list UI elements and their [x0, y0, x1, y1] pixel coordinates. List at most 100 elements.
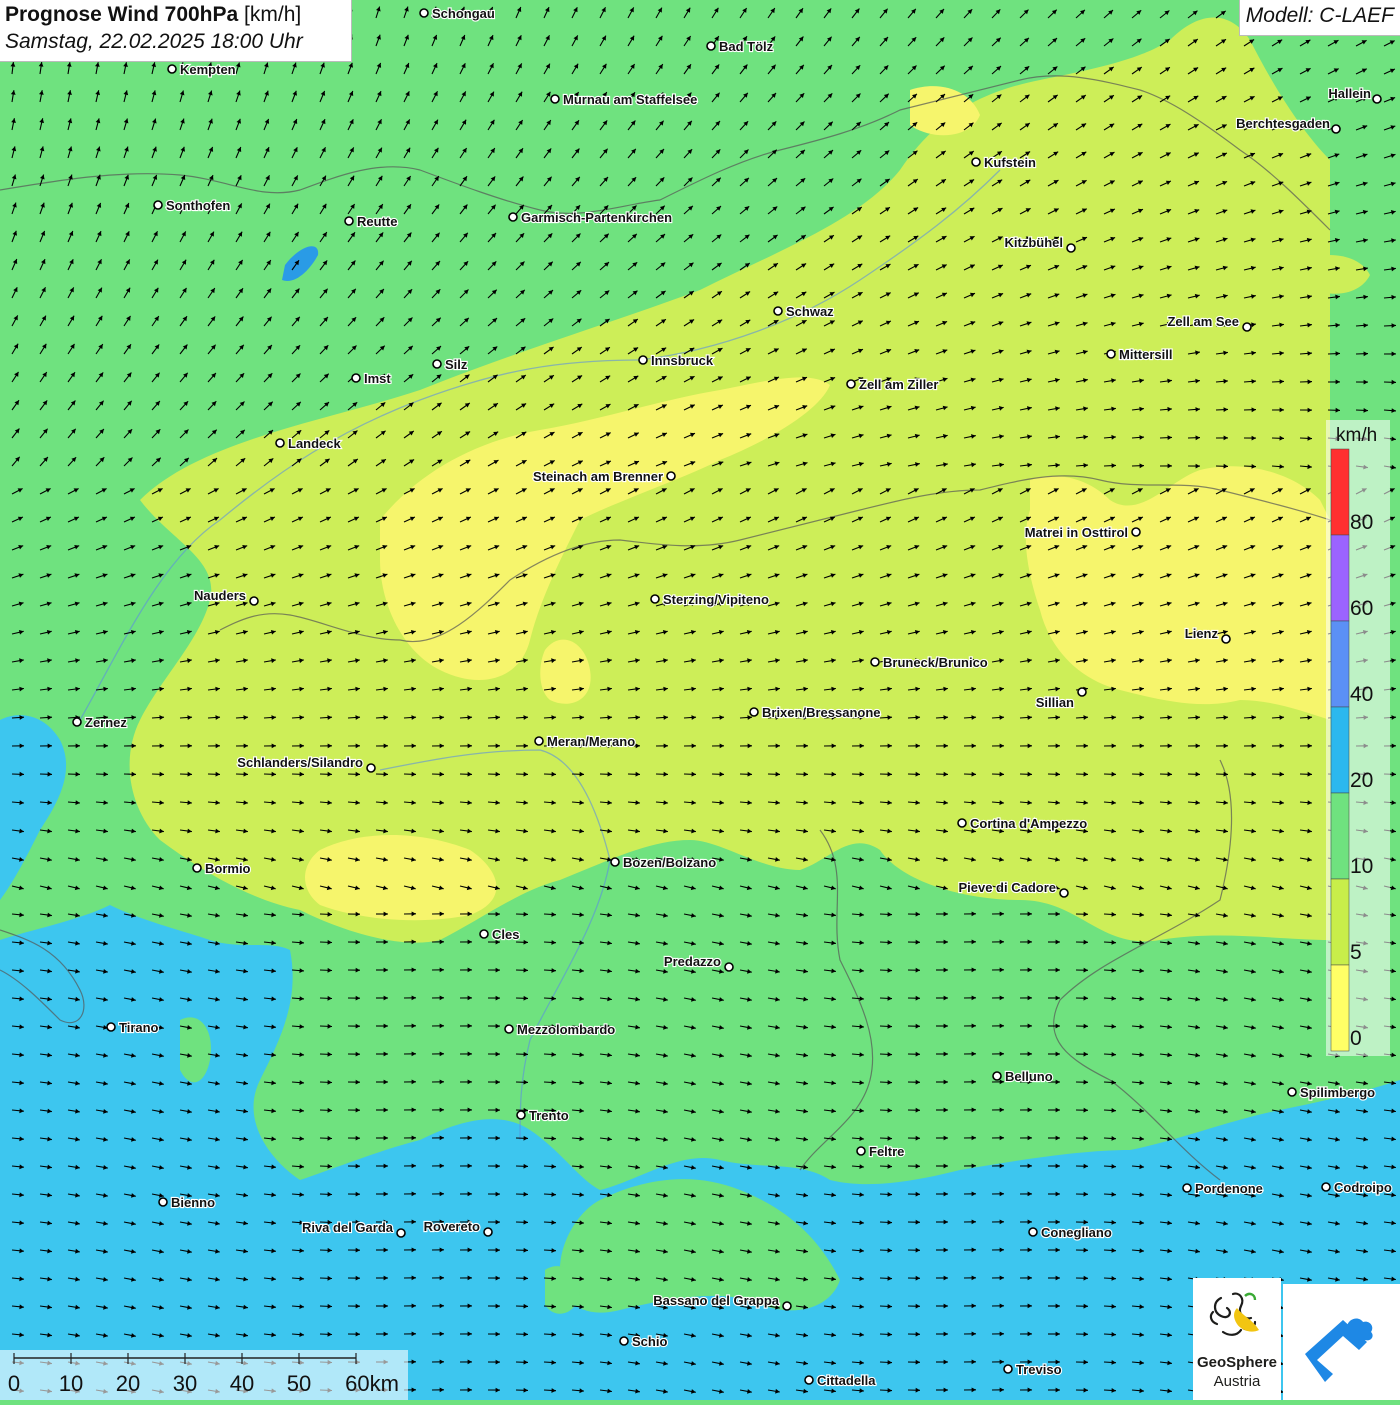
city-label: Brixen/Bressanone [762, 705, 881, 720]
city-label: Spilimbergo [1300, 1085, 1375, 1100]
city-label: Nauders [194, 588, 246, 603]
city-marker-icon [639, 356, 647, 364]
scale-label-60km: 60km [345, 1371, 399, 1396]
city-marker-icon [250, 597, 258, 605]
city-label: Garmisch-Partenkirchen [521, 210, 672, 225]
legend-swatch-10 [1331, 793, 1349, 879]
scale-label-50: 50 [287, 1371, 311, 1396]
city-marker-icon [397, 1229, 405, 1237]
city-marker-icon [154, 201, 162, 209]
legend: km/h 80 60 40 20 10 5 0 [1326, 420, 1400, 1060]
city-label: Lienz [1185, 626, 1219, 641]
city-label: Zell am See [1167, 314, 1239, 329]
city-label: Berchtesgaden [1236, 116, 1330, 131]
city-label: Treviso [1016, 1362, 1062, 1377]
city-marker-icon [1107, 350, 1115, 358]
city-label: Pieve di Cadore [958, 880, 1056, 895]
legend-tick-10: 10 [1350, 855, 1373, 878]
city-marker-icon [1078, 688, 1086, 696]
geosphere-logo: GeoSphere Austria [1193, 1278, 1281, 1400]
city-pieve-di-cadore: Pieve di Cadore [958, 880, 1068, 897]
legend-swatch-60 [1331, 535, 1349, 621]
city-pordenone: Pordenone [1183, 1181, 1263, 1196]
wind-map[interactable]: SchongauBad TölzKemptenMurnau am Staffel… [0, 0, 1400, 1400]
city-matrei-in-osttirol: Matrei in Osttirol [1025, 525, 1140, 540]
legend-tick-60: 60 [1350, 597, 1373, 620]
city-label: Schio [632, 1334, 667, 1349]
city-marker-icon [857, 1147, 865, 1155]
city-marker-icon [107, 1023, 115, 1031]
city-bassano-del-grappa: Bassano del Grappa [653, 1293, 791, 1310]
city-label: Landeck [288, 436, 342, 451]
city-marker-icon [73, 718, 81, 726]
legend-swatch-40 [1331, 621, 1349, 707]
city-conegliano: Conegliano [1029, 1225, 1112, 1240]
city-label: Reutte [357, 214, 397, 229]
scale-label-40: 40 [230, 1371, 254, 1396]
scale-bar: 0 10 20 30 40 50 60km [0, 1350, 408, 1400]
city-label: Mezzolombardo [517, 1022, 615, 1037]
city-marker-icon [1183, 1184, 1191, 1192]
city-meran-merano: Meran/Merano [535, 734, 635, 749]
geosphere-brand-country: Austria [1193, 1373, 1281, 1390]
city-label: Trento [529, 1108, 569, 1123]
city-label: Feltre [869, 1144, 904, 1159]
city-label: Schwaz [786, 304, 834, 319]
scale-label-10: 10 [59, 1371, 83, 1396]
city-riva-del-garda: Riva del Garda [302, 1220, 405, 1237]
city-label: Matrei in Osttirol [1025, 525, 1128, 540]
city-label: Murnau am Staffelsee [563, 92, 697, 107]
city-marker-icon [750, 708, 758, 716]
city-sterzing-vipiteno: Sterzing/Vipiteno [651, 592, 769, 607]
city-label: Imst [364, 371, 391, 386]
city-label: Cles [492, 927, 519, 942]
legend-tick-80: 80 [1350, 511, 1373, 534]
city-marker-icon [1332, 125, 1340, 133]
city-label: Bienno [171, 1195, 215, 1210]
city-label: Riva del Garda [302, 1220, 394, 1235]
map-title: Prognose Wind 700hPa [km/h] [5, 3, 346, 27]
city-marker-icon [611, 858, 619, 866]
city-zell-am-ziller: Zell am Ziller [847, 377, 938, 392]
city-label: Belluno [1005, 1069, 1053, 1084]
legend-tick-5: 5 [1350, 941, 1362, 964]
city-label: Bozen/Bolzano [623, 855, 716, 870]
city-marker-icon [1132, 528, 1140, 536]
city-marker-icon [505, 1025, 513, 1033]
city-marker-icon [345, 217, 353, 225]
city-marker-icon [509, 213, 517, 221]
city-marker-icon [276, 439, 284, 447]
city-brixen-bressanone: Brixen/Bressanone [750, 705, 881, 720]
city-schongau: Schongau [420, 6, 495, 21]
city-garmisch-partenkirchen: Garmisch-Partenkirchen [509, 210, 672, 225]
model-label: Modell: C-LAEF [1239, 0, 1400, 36]
city-label: Kufstein [984, 155, 1036, 170]
city-label: Innsbruck [651, 353, 714, 368]
city-marker-icon [159, 1198, 167, 1206]
city-label: Pordenone [1195, 1181, 1263, 1196]
city-marker-icon [1067, 244, 1075, 252]
city-mezzolombardo: Mezzolombardo [505, 1022, 615, 1037]
city-label: Rovereto [424, 1219, 480, 1234]
city-label: Sillian [1036, 695, 1074, 710]
title-bold: Prognose Wind 700hPa [5, 3, 238, 26]
city-bozen-bolzano: Bozen/Bolzano [611, 855, 716, 870]
city-label: Steinach am Brenner [533, 469, 663, 484]
city-marker-icon [972, 158, 980, 166]
title-unit: [km/h] [244, 3, 301, 26]
city-spilimbergo: Spilimbergo [1288, 1085, 1375, 1100]
city-marker-icon [420, 9, 428, 17]
city-label: Meran/Merano [547, 734, 635, 749]
city-label: Kitzbühel [1005, 235, 1064, 250]
city-label: Codroipo [1334, 1180, 1392, 1195]
city-label: Conegliano [1041, 1225, 1112, 1240]
city-marker-icon [993, 1072, 1001, 1080]
city-marker-icon [871, 658, 879, 666]
city-label: Schongau [432, 6, 495, 21]
city-marker-icon [480, 930, 488, 938]
city-label: Schlanders/Silandro [237, 755, 363, 770]
scale-label-0: 0 [8, 1371, 20, 1396]
forecast-time: Samstag, 22.02.2025 18:00 Uhr [5, 30, 346, 54]
city-marker-icon [783, 1302, 791, 1310]
city-label: Cortina d'Ampezzo [970, 816, 1087, 831]
